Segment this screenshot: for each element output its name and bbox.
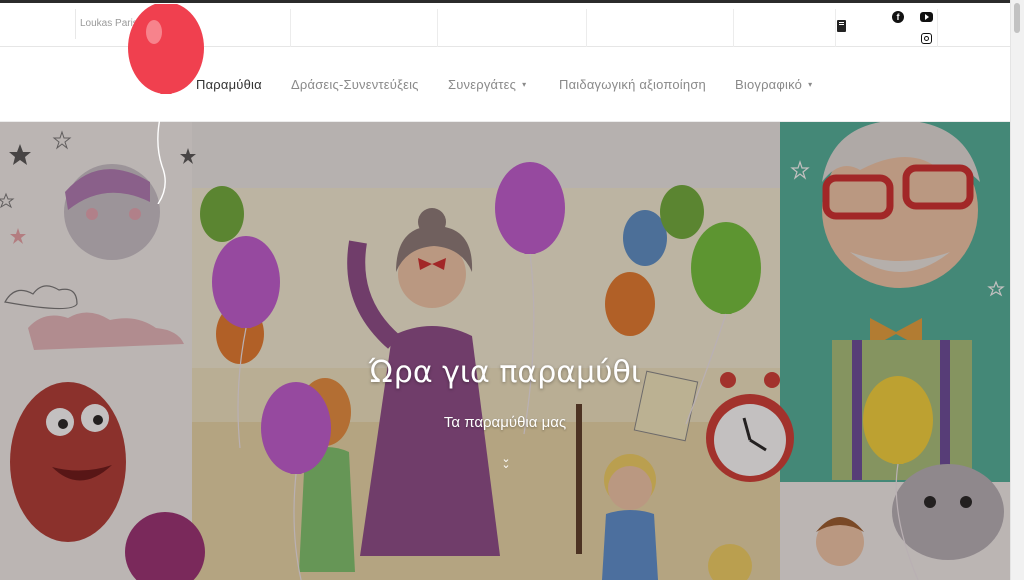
nav-item-label: Δράσεις-Συνεντεύξεις xyxy=(291,77,419,92)
topbar-divider xyxy=(586,9,587,47)
facebook-icon[interactable]: f xyxy=(892,11,904,23)
nav-item-label: Βιογραφικό xyxy=(735,77,803,92)
topbar-divider xyxy=(290,9,291,47)
book-icon[interactable] xyxy=(837,20,846,32)
topbar-divider xyxy=(437,9,438,47)
hero-subtitle: Τα παραμύθια μας xyxy=(443,414,567,431)
nav-item-label: Συνεργάτες xyxy=(448,77,517,92)
topbar-divider xyxy=(937,9,938,47)
chevron-down-icon: ▾ xyxy=(522,80,527,89)
chevron-down-icon: ▾ xyxy=(808,80,813,89)
double-chevron-down-icon[interactable]: ⌄ ⌄ xyxy=(498,453,514,476)
nav-item-viografiko[interactable]: Βιογραφικό ▾ xyxy=(735,77,812,92)
nav-item-synergates[interactable]: Συνεργάτες ▾ xyxy=(448,77,526,92)
nav-item-label: Παιδαγωγική αξιοποίηση xyxy=(559,77,706,92)
topbar-divider xyxy=(733,9,734,47)
scrollbar-thumb[interactable] xyxy=(1014,3,1020,33)
instagram-icon[interactable] xyxy=(921,33,932,44)
topbar-divider xyxy=(835,9,836,47)
nav-item-draseis[interactable]: Δράσεις-Συνεντεύξεις xyxy=(291,77,419,92)
nav-item-paidagogiki[interactable]: Παιδαγωγική αξιοποίηση xyxy=(559,77,706,92)
youtube-icon[interactable] xyxy=(920,12,933,22)
page-scrollbar[interactable] xyxy=(1010,0,1024,580)
balloon-red xyxy=(128,4,204,204)
hero-title: Ώρα για παραμύθι xyxy=(369,355,641,390)
